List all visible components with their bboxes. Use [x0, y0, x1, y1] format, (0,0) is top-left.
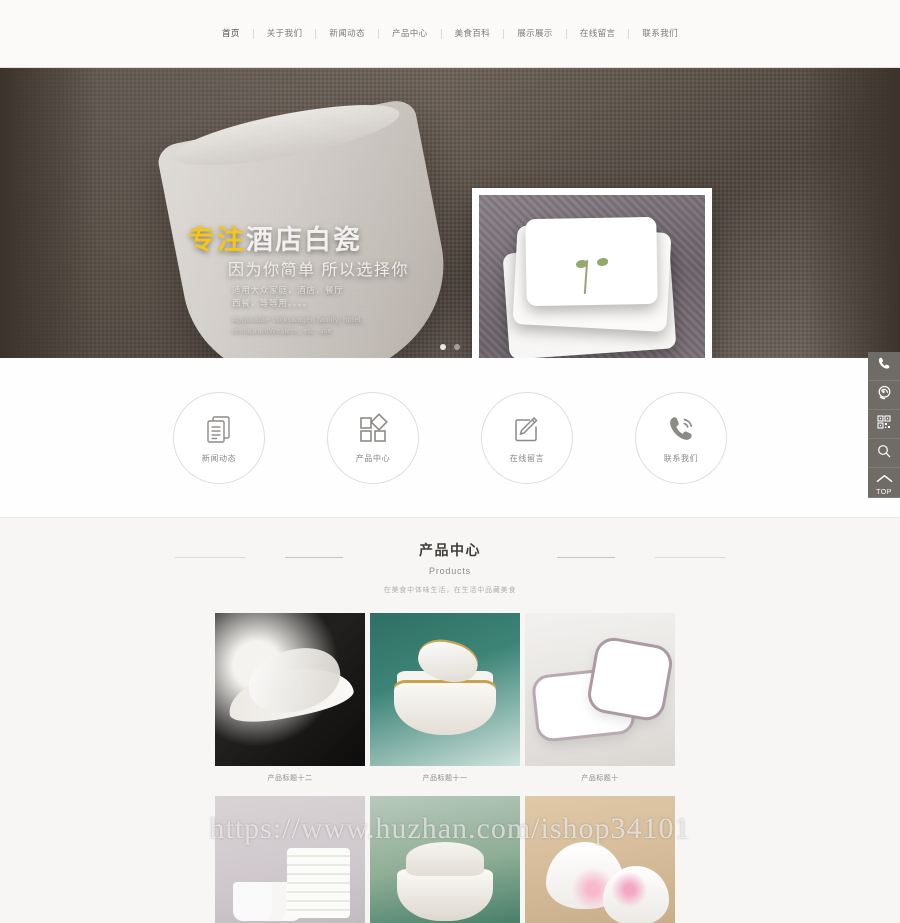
- banner-edge-right: [804, 68, 900, 358]
- section-subtitle: Products: [429, 566, 471, 576]
- main-navigation: 首页 关于我们 新闻动态 产品中心 美食百科 展示展示 在线留言 联系我们: [209, 28, 691, 39]
- product-card[interactable]: 产品标题九: [215, 796, 365, 923]
- chevron-up-icon: [876, 470, 893, 488]
- rail-service-button[interactable]: [868, 381, 900, 410]
- title-rule-right-outer: [655, 557, 725, 558]
- banner-title-rest: 酒店白瓷: [246, 225, 362, 255]
- banner-desc-line2: 西餐，等等用。。。。: [232, 298, 313, 309]
- pencil-edit-icon: [510, 412, 544, 446]
- product-caption: 产品标题十一: [422, 775, 468, 782]
- product-card[interactable]: 产品标题七: [525, 796, 675, 923]
- rail-phone-button[interactable]: [868, 352, 900, 381]
- qrcode-icon: [876, 414, 892, 435]
- product-card[interactable]: 产品标题十二: [215, 613, 365, 791]
- section-header: 产品中心 Products 在美食中体味生活，在生活中品藏美食: [0, 540, 900, 595]
- site-header: 首页 关于我们 新闻动态 产品中心 美食百科 展示展示 在线留言 联系我们: [0, 0, 900, 68]
- document-icon: [202, 412, 236, 446]
- product-thumbnail[interactable]: [215, 613, 365, 766]
- banner-framed-photo: [472, 188, 712, 358]
- feature-message-label: 在线留言: [509, 453, 545, 463]
- search-icon: [876, 443, 892, 464]
- product-card[interactable]: 产品标题十: [525, 613, 675, 791]
- floating-side-toolbar: TOP: [868, 352, 900, 498]
- banner-title: 专注酒店白瓷: [188, 218, 362, 257]
- feature-news[interactable]: 新闻动态: [173, 391, 265, 484]
- rail-back-to-top-label: TOP: [876, 488, 892, 496]
- feature-shortcuts: 新闻动态 产品中心 在线留言 联系我们: [0, 358, 900, 518]
- product-caption: 产品标题十: [581, 775, 619, 782]
- nav-item-contact[interactable]: 联系我们: [629, 29, 691, 38]
- nav-item-encyclopedia[interactable]: 美食百科: [442, 29, 504, 38]
- product-thumbnail[interactable]: [370, 796, 520, 923]
- nav-item-home[interactable]: 首页: [209, 29, 253, 38]
- banner-desc-en-line2: restaurantWestern, etc. use: [232, 326, 333, 336]
- rail-search-button[interactable]: [868, 439, 900, 468]
- carousel-dot-2[interactable]: [454, 344, 460, 350]
- page-root: 首页 关于我们 新闻动态 产品中心 美食百科 展示展示 在线留言 联系我们 专注…: [0, 0, 900, 923]
- feature-products[interactable]: 产品中心: [327, 391, 419, 484]
- title-rule-left-outer: [175, 557, 245, 558]
- phone-icon: [876, 356, 892, 377]
- feature-news-label: 新闻动态: [201, 453, 237, 463]
- product-grid: 产品标题十二 产品标题十一 产品标题十 产品标题九 产品标题八 产品标题七: [215, 613, 685, 923]
- product-card[interactable]: 产品标题十一: [370, 613, 520, 791]
- nav-item-showcase[interactable]: 展示展示: [504, 29, 566, 38]
- banner-desc-en-line1: Applicable Volkswagen family, hotel,: [232, 315, 364, 324]
- nav-item-products[interactable]: 产品中心: [379, 29, 441, 38]
- plate-top: [525, 216, 659, 307]
- banner-subtitle: 因为你简单 所以选择你: [228, 262, 409, 279]
- nav-item-about[interactable]: 关于我们: [254, 29, 316, 38]
- banner-background: [0, 68, 900, 358]
- phone-icon: [664, 412, 698, 446]
- title-rule-right-inner: [557, 557, 615, 558]
- feature-products-label: 产品中心: [355, 453, 391, 463]
- product-thumbnail[interactable]: [525, 796, 675, 923]
- section-title: 产品中心: [419, 542, 481, 558]
- carousel-dots[interactable]: [0, 344, 900, 350]
- banner-title-highlight: 专注: [188, 225, 246, 255]
- nav-item-news[interactable]: 新闻动态: [316, 29, 378, 38]
- feature-message[interactable]: 在线留言: [481, 391, 573, 484]
- feature-contact[interactable]: 联系我们: [635, 391, 727, 484]
- banner-desc-line1: 适用大众家庭，酒店，餐厅: [232, 285, 344, 295]
- grid-icon: [356, 412, 390, 446]
- banner-photo-inner: [479, 195, 705, 358]
- product-thumbnail[interactable]: [215, 796, 365, 923]
- products-section: 产品中心 Products 在美食中体味生活，在生活中品藏美食 产品标题十二 产…: [0, 518, 900, 923]
- feature-contact-label: 联系我们: [663, 453, 699, 463]
- product-caption: 产品标题十二: [267, 775, 313, 782]
- rail-qrcode-button[interactable]: [868, 410, 900, 439]
- banner-description: 适用大众家庭，酒店，餐厅 西餐，等等用。。。。: [232, 284, 344, 310]
- section-description: 在美食中体味生活，在生活中品藏美食: [383, 587, 517, 594]
- rail-back-to-top-button[interactable]: TOP: [868, 468, 900, 498]
- herb-leaf-icon: [576, 259, 588, 268]
- product-thumbnail[interactable]: [525, 613, 675, 766]
- product-card[interactable]: 产品标题八: [370, 796, 520, 923]
- hero-banner[interactable]: 专注酒店白瓷 因为你简单 所以选择你 适用大众家庭，酒店，餐厅 西餐，等等用。。…: [0, 68, 900, 358]
- product-thumbnail[interactable]: [370, 613, 520, 766]
- title-rule-left-inner: [285, 557, 343, 558]
- carousel-dot-1[interactable]: [440, 344, 446, 350]
- banner-edge-left: [0, 68, 96, 358]
- nav-item-message[interactable]: 在线留言: [567, 29, 629, 38]
- banner-description-en: Applicable Volkswagen family, hotel, res…: [232, 314, 363, 337]
- herb-leaf-icon: [596, 257, 608, 266]
- headset-icon: [876, 384, 893, 406]
